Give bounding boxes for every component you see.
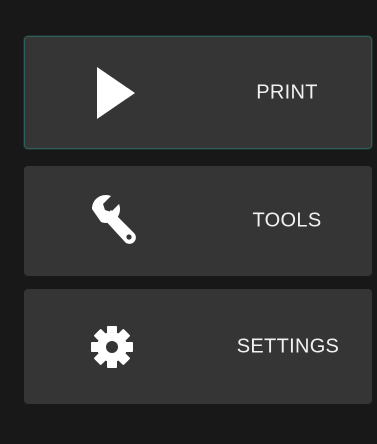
- play-icon: [83, 63, 143, 123]
- wrench-icon: [82, 191, 142, 251]
- gear-icon: [82, 317, 142, 377]
- tools-label: TOOLS: [252, 209, 322, 232]
- tools-button[interactable]: TOOLS: [24, 166, 372, 276]
- settings-button[interactable]: SETTINGS: [24, 289, 372, 404]
- main-menu-screen: PRINT TOOLS SETTINGS: [0, 0, 377, 444]
- settings-label: SETTINGS: [236, 335, 340, 357]
- print-button[interactable]: PRINT: [24, 36, 372, 149]
- print-label: PRINT: [256, 81, 318, 103]
